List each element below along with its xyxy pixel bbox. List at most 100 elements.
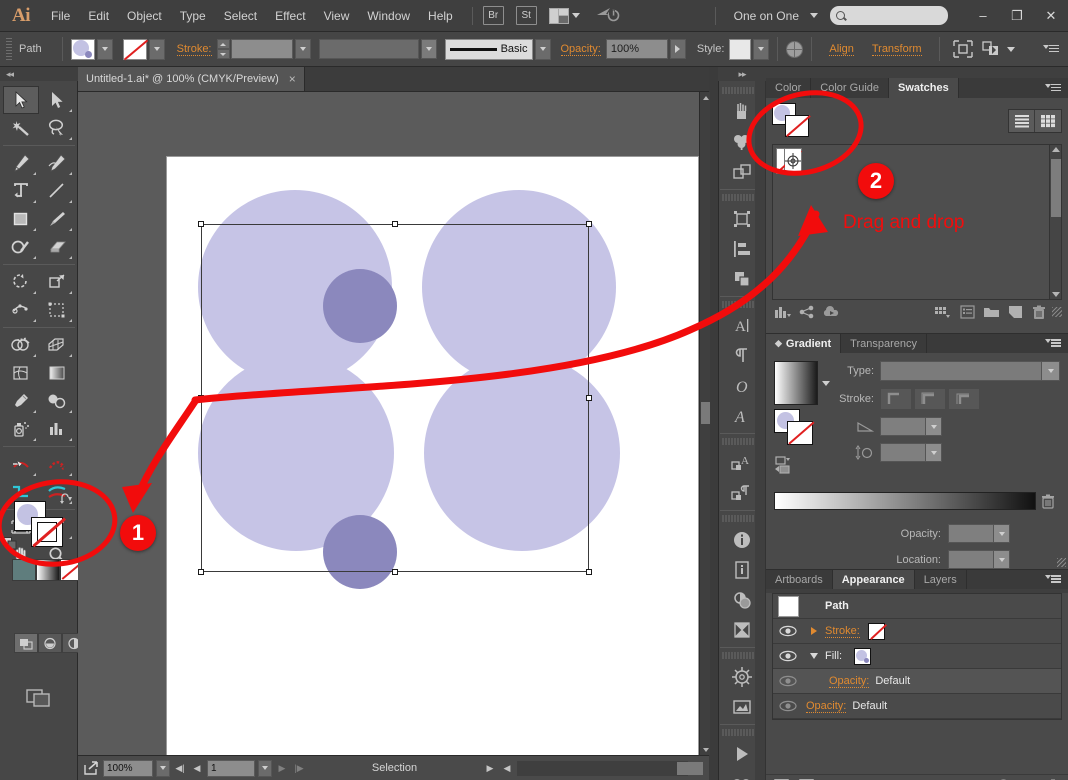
eraser-tool[interactable] bbox=[39, 233, 75, 261]
menu-file[interactable]: File bbox=[42, 0, 79, 32]
canvas-horizontal-scrollbar[interactable] bbox=[517, 760, 703, 776]
stroke-profile-dropdown[interactable] bbox=[420, 39, 437, 59]
tab-layers[interactable]: Layers bbox=[915, 570, 967, 589]
swatches-fill-stroke-indicator[interactable] bbox=[772, 103, 812, 139]
search-input[interactable] bbox=[851, 9, 941, 22]
draw-behind-button[interactable] bbox=[38, 633, 62, 653]
gradient-resize-grip[interactable] bbox=[1057, 558, 1066, 567]
column-graph-tool[interactable] bbox=[39, 415, 75, 443]
export-icon[interactable] bbox=[82, 761, 100, 775]
swatches-scrollbar[interactable] bbox=[1049, 145, 1061, 299]
artboard-dropdown[interactable] bbox=[258, 759, 272, 777]
tab-artboards[interactable]: Artboards bbox=[766, 570, 833, 589]
delete-gradient-stop-icon[interactable] bbox=[1036, 494, 1060, 509]
selection-handle-tc[interactable] bbox=[392, 221, 398, 227]
appearance-fill-opacity-label[interactable]: Opacity: bbox=[829, 675, 870, 688]
hscroll-left-icon[interactable]: ◀ bbox=[500, 760, 514, 777]
color-mode-button[interactable] bbox=[12, 559, 36, 581]
swatch-libraries-menu-icon[interactable] bbox=[772, 302, 794, 322]
width-profile-tool[interactable] bbox=[39, 450, 75, 478]
stroke-weight-dropdown[interactable] bbox=[294, 39, 311, 59]
menu-help[interactable]: Help bbox=[419, 0, 462, 32]
shape-builder-tool[interactable] bbox=[3, 331, 39, 359]
direct-selection-tool[interactable] bbox=[39, 86, 75, 114]
add-anchor-point-tool[interactable] bbox=[39, 149, 75, 177]
toolbar-gripper[interactable]: ◂◂ bbox=[0, 67, 78, 81]
perspective-grid-tool[interactable] bbox=[39, 331, 75, 359]
stroke-disclosure-triangle[interactable] bbox=[803, 627, 825, 635]
canvas-area[interactable] bbox=[78, 92, 709, 755]
tab-swatches[interactable]: Swatches bbox=[889, 78, 959, 98]
gradient-tool[interactable] bbox=[39, 359, 75, 387]
appearance-row-path[interactable]: Path bbox=[773, 594, 1061, 619]
control-panel-menu-button[interactable] bbox=[1043, 44, 1059, 55]
align-button[interactable]: Align bbox=[829, 43, 854, 56]
tab-gradient[interactable]: ◆ Gradient bbox=[766, 334, 842, 353]
tab-appearance[interactable]: Appearance bbox=[832, 570, 915, 589]
scroll-down-icon[interactable] bbox=[701, 744, 710, 755]
select-similar-objects-icon[interactable] bbox=[981, 39, 1003, 59]
status-menu-icon[interactable]: ▶ bbox=[483, 760, 497, 777]
appearance-stroke-label[interactable]: Stroke: bbox=[825, 625, 860, 638]
recolor-artwork-icon[interactable] bbox=[786, 40, 804, 58]
free-transform-tool[interactable] bbox=[39, 296, 75, 324]
stroke-weight-spinner[interactable] bbox=[216, 39, 230, 59]
show-swatch-kinds-menu-icon[interactable] bbox=[796, 302, 818, 322]
swatches-scroll-down-icon[interactable] bbox=[1052, 292, 1060, 297]
gradient-stroke-indicator[interactable] bbox=[787, 421, 813, 445]
width-tool[interactable] bbox=[3, 296, 39, 324]
menu-select[interactable]: Select bbox=[215, 0, 266, 32]
appearance-object-opacity-label[interactable]: Opacity: bbox=[806, 700, 847, 713]
eyedropper-tool[interactable] bbox=[3, 387, 39, 415]
new-color-group-icon[interactable] bbox=[932, 302, 954, 322]
document-tab[interactable]: Untitled-1.ai* @ 100% (CMYK/Preview) × bbox=[78, 67, 305, 91]
appearance-row-stroke[interactable]: Stroke: bbox=[773, 619, 1061, 644]
swatch-options-icon[interactable] bbox=[956, 302, 978, 322]
control-bar-gripper[interactable] bbox=[6, 38, 12, 60]
appearance-row-fill[interactable]: Fill: bbox=[773, 644, 1061, 669]
blend-tool[interactable] bbox=[39, 387, 75, 415]
close-icon[interactable]: × bbox=[289, 72, 296, 86]
registration-swatch[interactable] bbox=[785, 149, 801, 173]
opacity-label[interactable]: Opacity: bbox=[560, 43, 601, 56]
collapse-toolbar-icon[interactable]: ◂◂ bbox=[6, 69, 14, 80]
brush-definition-field[interactable]: Basic bbox=[444, 38, 533, 60]
selection-handle-mr[interactable] bbox=[586, 395, 592, 401]
tab-color-guide[interactable]: Color Guide bbox=[811, 78, 889, 98]
last-artboard-icon[interactable]: |▶ bbox=[292, 760, 306, 777]
object-opacity-visibility-toggle[interactable] bbox=[773, 700, 803, 712]
selection-handle-bc[interactable] bbox=[392, 569, 398, 575]
reverse-gradient-icon[interactable] bbox=[774, 455, 830, 478]
gradient-opacity-field[interactable] bbox=[948, 524, 1010, 543]
artboard[interactable] bbox=[166, 156, 699, 755]
opacity-dropdown[interactable] bbox=[669, 39, 686, 59]
selection-tool[interactable] bbox=[3, 86, 39, 114]
new-swatch-icon[interactable] bbox=[1004, 302, 1026, 322]
workspace-chevron-down-icon[interactable] bbox=[810, 13, 818, 18]
gradient-mode-button[interactable] bbox=[36, 559, 60, 581]
gradient-across-stroke-icon[interactable] bbox=[948, 388, 980, 410]
selection-handle-tr[interactable] bbox=[586, 221, 592, 227]
new-swatch-folder-icon[interactable] bbox=[980, 302, 1002, 322]
fill-visibility-toggle[interactable] bbox=[773, 650, 803, 662]
list-view-icon[interactable] bbox=[1009, 110, 1035, 132]
first-artboard-icon[interactable]: ◀| bbox=[173, 760, 187, 777]
delete-swatch-icon[interactable] bbox=[1028, 302, 1050, 322]
menu-object[interactable]: Object bbox=[118, 0, 171, 32]
swatches-resize-grip[interactable] bbox=[1052, 307, 1062, 317]
fill-color-control[interactable] bbox=[70, 38, 113, 60]
gradient-preview-swatch[interactable] bbox=[774, 361, 818, 405]
change-screen-mode-button[interactable] bbox=[26, 686, 52, 711]
opacity-field[interactable]: 100% bbox=[605, 39, 668, 59]
appearance-stroke-swatch-icon[interactable] bbox=[867, 622, 885, 640]
appearance-panel-menu-button[interactable] bbox=[1041, 570, 1068, 589]
default-fill-stroke-icon[interactable] bbox=[3, 537, 17, 550]
isolate-selected-object-icon[interactable] bbox=[952, 39, 974, 59]
swatches-group-gripper[interactable] bbox=[766, 67, 1068, 78]
stroke-indicator[interactable] bbox=[31, 517, 63, 547]
menu-type[interactable]: Type bbox=[171, 0, 215, 32]
menu-edit[interactable]: Edit bbox=[79, 0, 118, 32]
appearance-row-object-opacity[interactable]: Opacity: Default bbox=[773, 694, 1061, 719]
gradient-location-field[interactable] bbox=[948, 550, 1010, 569]
minimize-button[interactable]: – bbox=[966, 3, 1000, 29]
